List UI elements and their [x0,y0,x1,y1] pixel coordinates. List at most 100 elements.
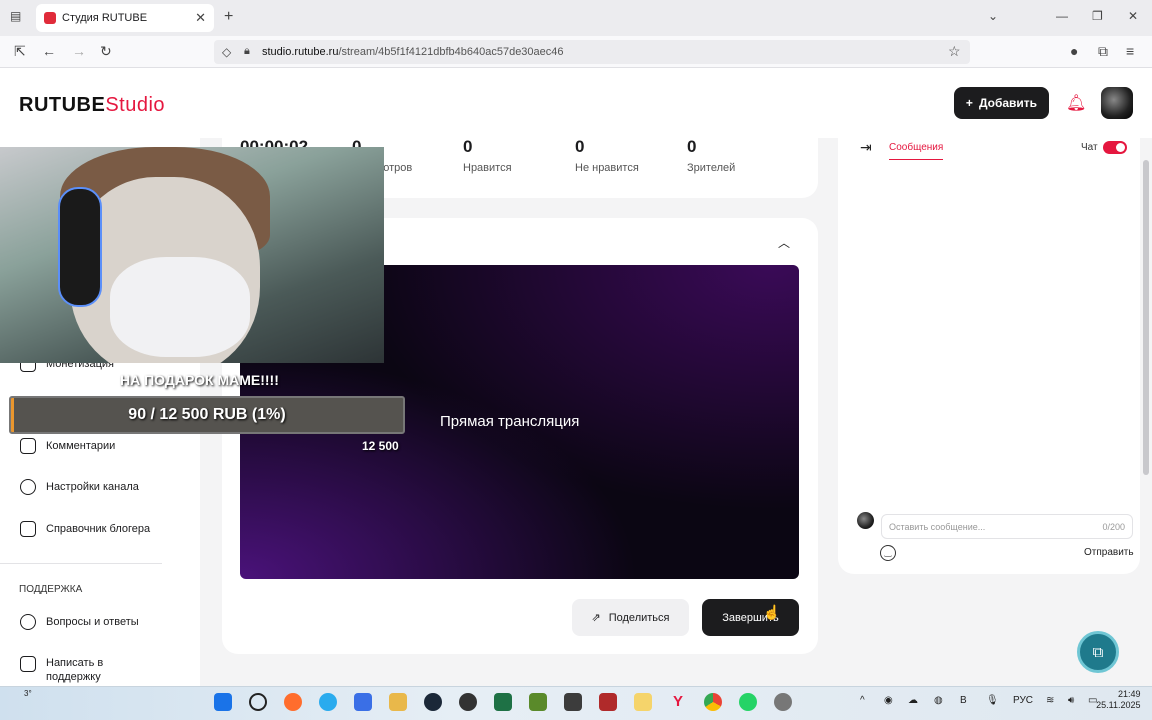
whatsapp-icon[interactable] [739,693,757,711]
stat-dislikes: 0 Не нравится [575,138,639,175]
sidebar-item-contact-support[interactable]: Написать в поддержку [20,656,116,684]
tab-messages[interactable]: Сообщения [889,142,944,160]
forward-icon[interactable]: → [72,43,86,59]
account-icon[interactable]: ● [1070,43,1078,59]
vk-icon[interactable]: B [960,695,967,706]
app-grid-icon[interactable] [599,693,617,711]
browser-tab[interactable]: Студия RUTUBE ✕ [36,4,214,32]
sidebar-divider [0,563,162,564]
firefox-icon[interactable] [284,693,302,711]
share-button[interactable]: ⇗ Поделиться [572,599,689,636]
webcam-headset [58,187,102,307]
reload-icon[interactable]: ↻ [100,43,112,60]
stat-viewers: 0 Зрителей [687,137,735,175]
chevron-down-icon[interactable]: ⌄ [988,9,998,23]
yandex-icon[interactable]: Y [669,693,687,711]
lock-icon: 🔒︎ [244,45,250,57]
plus-icon: + [965,96,973,110]
back-icon[interactable]: ← [42,43,56,59]
webcam-overlay [0,147,384,363]
sidebar-section-title: ПОДДЕРЖКА [19,584,83,595]
shield-icon[interactable]: ◇ [222,45,231,59]
app-icon[interactable] [354,693,372,711]
tab-title: Студия RUTUBE [62,12,148,24]
share-icon: ⇗ [591,612,601,624]
donation-progress-text: 90 / 12 500 RUB (1%) [128,406,286,423]
share-button-label: Поделиться [608,611,670,624]
sidebar-toggle-icon[interactable]: ⇱ [14,43,26,60]
chrome-icon[interactable] [704,693,722,711]
menu-icon[interactable]: ≡ [1126,43,1134,59]
support-chat-icon[interactable]: ⧉ [1077,631,1119,673]
minecraft-icon[interactable] [529,693,547,711]
language-indicator[interactable]: РУС [1013,695,1033,706]
browser-tab-bar: ▤ Студия RUTUBE ✕ + ⌄ — ❐ ✕ [0,0,1152,36]
chat-input-placeholder: Оставить сообщение... [889,521,986,532]
clock-date: 25.11.2025 [1096,700,1141,710]
rutube-studio-logo[interactable]: RUTUBEStudio [19,94,165,117]
studio-header: RUTUBEStudio + Добавить 🔔︎ [0,68,1152,138]
files-icon[interactable] [634,693,652,711]
tray-chevron-icon[interactable]: ^ [860,695,865,706]
dislikes-label: Не нравится [575,162,639,174]
new-tab-icon[interactable]: + [224,8,233,26]
mic-icon[interactable]: 🎙︎ [986,695,999,706]
notifications-bell-icon[interactable]: 🔔︎ [1066,93,1086,113]
comments-icon [20,438,36,454]
viewers-value: 0 [687,137,697,156]
steam-icon[interactable] [424,693,442,711]
sidebar-item-label: Написать в поддержку [46,657,104,683]
mail-icon [20,656,36,672]
sidebar-item-label: Комментарии [46,440,116,452]
likes-label: Нравится [463,162,512,174]
folder-icon[interactable] [389,693,407,711]
chat-user-avatar [857,512,874,529]
page-scrollbar[interactable] [1143,160,1149,475]
emoji-icon[interactable]: ‿ [880,545,896,561]
sidebar-item-faq[interactable]: Вопросы и ответы [20,614,139,630]
end-stream-button[interactable]: Завершить [702,599,799,636]
restore-icon[interactable]: ❐ [1092,9,1103,23]
help-circle-icon [20,614,36,630]
sidebar-item-comments[interactable]: Комментарии [20,438,115,454]
sidebar-item-label: Настройки канала [46,481,139,493]
logo-main: RUTUBE [19,94,106,116]
start-icon[interactable] [214,693,232,711]
url-domain: studio.rutube.ru [262,46,339,58]
search-icon[interactable] [249,693,267,711]
sidebar-item-label: Вопросы и ответы [46,616,139,628]
telegram-icon[interactable] [319,693,337,711]
bookmark-star-icon[interactable]: ☆ [948,43,961,60]
url-path: /stream/4b5f1f4121dbfb4b640ac57de30aec46 [338,46,564,58]
volume-icon[interactable]: 🔊︎ [1068,695,1074,706]
cloud-icon[interactable]: ☁ [908,695,918,706]
tab-list-icon[interactable]: ▤ [10,9,21,23]
tray-steam-icon[interactable]: ◍ [934,695,943,706]
chat-panel [838,138,1140,574]
tray-app-icon[interactable]: ◉ [884,695,893,706]
extensions-icon[interactable]: ⧉ [1098,43,1108,60]
logo-studio: Studio [105,94,166,116]
obs-icon[interactable] [459,693,477,711]
chat-toggle[interactable] [1103,141,1127,154]
nvidia-icon[interactable] [564,693,582,711]
url-field[interactable]: studio.rutube.ru/stream/4b5f1f4121dbfb4b… [214,40,970,64]
user-avatar[interactable] [1101,87,1133,119]
close-tab-icon[interactable]: ✕ [195,10,206,26]
hand-cursor-icon: ☝ [763,604,781,620]
weather-widget[interactable]: 3° [24,689,32,698]
add-button[interactable]: + Добавить [954,87,1049,119]
close-window-icon[interactable]: ✕ [1128,9,1138,23]
chevron-up-icon[interactable]: ︿ [778,234,790,251]
sidebar-item-channel-settings[interactable]: Настройки канала [20,479,139,495]
system-clock[interactable]: 21:49 25.11.2025 [1096,689,1140,711]
rutube-favicon-icon [44,12,56,24]
collapse-panel-icon[interactable]: ⇥ [860,139,872,156]
chat-message-input[interactable]: Оставить сообщение... 0/200 [881,514,1133,539]
minimize-icon[interactable]: — [1056,9,1068,23]
send-button[interactable]: Отправить [1084,547,1134,558]
excel-icon[interactable] [494,693,512,711]
sidebar-item-blogger-guide[interactable]: Справочник блогера [20,521,150,537]
wifi-icon[interactable]: ≋ [1046,695,1054,706]
settings-icon[interactable] [774,693,792,711]
